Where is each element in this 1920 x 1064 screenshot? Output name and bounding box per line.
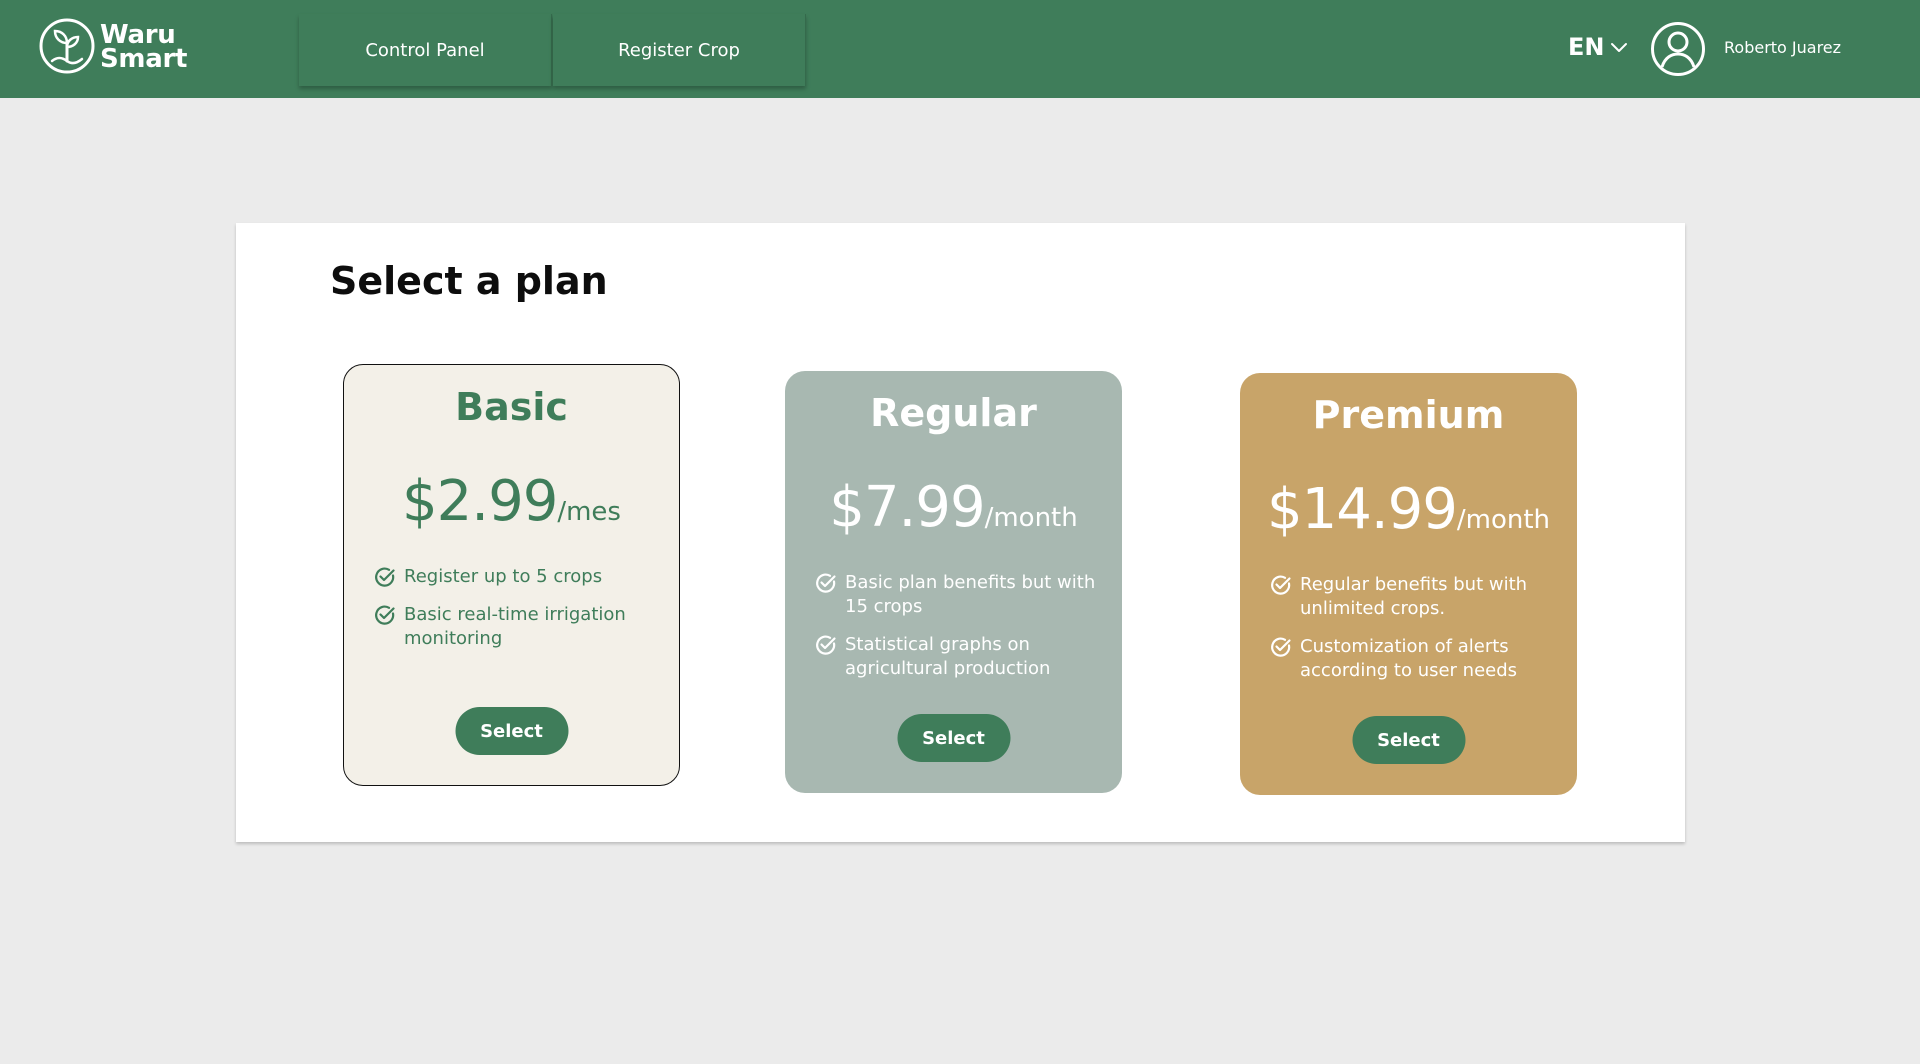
feature-item: Customization of alerts according to use… xyxy=(1270,635,1559,683)
nav-register-crop[interactable]: Register Crop xyxy=(553,14,806,86)
plan-price: $7.99/month xyxy=(785,475,1122,540)
price-period: /month xyxy=(1456,505,1551,535)
feature-text: Register up to 5 crops xyxy=(404,566,603,587)
feature-item: Statistical graphs on agricultural produ… xyxy=(815,633,1104,681)
select-regular-button[interactable]: Select xyxy=(897,714,1010,762)
logo-wordmark: Waru Smart xyxy=(100,22,188,74)
feature-text: Regular benefits but with unlimited crop… xyxy=(1300,574,1528,619)
feature-text: Basic plan benefits but with 15 crops xyxy=(845,572,1096,617)
plan-name: Basic xyxy=(455,385,568,429)
user-name[interactable]: Roberto Juarez xyxy=(1724,38,1841,57)
feature-item: Basic real-time irrigation monitoring xyxy=(374,603,661,651)
plan-price: $14.99/month xyxy=(1240,477,1577,542)
select-premium-button[interactable]: Select xyxy=(1352,716,1465,764)
select-basic-button[interactable]: Select xyxy=(455,707,568,755)
plant-leaf-icon xyxy=(39,18,95,74)
top-navbar: Waru Smart Control Panel Register Crop E… xyxy=(0,0,1920,98)
check-circle-icon xyxy=(375,605,395,625)
plan-name: Regular xyxy=(870,391,1037,435)
main-nav: Control Panel Register Crop xyxy=(299,14,806,86)
plan-name: Premium xyxy=(1312,393,1505,437)
feature-item: Regular benefits but with unlimited crop… xyxy=(1270,573,1559,621)
check-circle-icon xyxy=(375,567,395,587)
user-avatar-icon[interactable] xyxy=(1650,21,1706,77)
feature-item: Register up to 5 crops xyxy=(374,565,661,589)
logo[interactable]: Waru Smart xyxy=(38,17,198,81)
feature-list: Basic plan benefits but with 15 crops St… xyxy=(815,571,1104,695)
feature-text: Statistical graphs on agricultural produ… xyxy=(845,634,1051,679)
feature-text: Customization of alerts according to use… xyxy=(1300,636,1518,681)
check-circle-icon xyxy=(816,635,836,655)
check-circle-icon xyxy=(1271,637,1291,657)
logo-line2: Smart xyxy=(100,44,188,74)
page-title: Select a plan xyxy=(330,259,608,303)
feature-list: Regular benefits but with unlimited crop… xyxy=(1270,573,1559,697)
price-amount: $2.99 xyxy=(402,469,558,534)
plan-selection-panel: Select a plan Basic $2.99/mes Register u… xyxy=(236,223,1685,842)
feature-text: Basic real-time irrigation monitoring xyxy=(404,604,626,649)
price-amount: $7.99 xyxy=(829,475,985,540)
plan-card-premium: Premium $14.99/month Regular benefits bu… xyxy=(1240,373,1577,795)
plan-card-regular: Regular $7.99/month Basic plan benefits … xyxy=(785,371,1122,793)
feature-list: Register up to 5 crops Basic real-time i… xyxy=(374,565,661,665)
price-period: /mes xyxy=(557,497,621,527)
chevron-down-icon xyxy=(1611,43,1628,52)
language-label: EN xyxy=(1568,33,1605,61)
price-period: /month xyxy=(984,503,1078,533)
plan-card-basic: Basic $2.99/mes Register up to 5 crops B… xyxy=(343,364,680,786)
check-circle-icon xyxy=(1271,575,1291,595)
nav-control-panel[interactable]: Control Panel xyxy=(299,14,552,86)
price-amount: $14.99 xyxy=(1266,477,1458,542)
feature-item: Basic plan benefits but with 15 crops xyxy=(815,571,1104,619)
plan-price: $2.99/mes xyxy=(344,469,679,534)
check-circle-icon xyxy=(816,573,836,593)
language-selector[interactable]: EN xyxy=(1568,33,1628,61)
